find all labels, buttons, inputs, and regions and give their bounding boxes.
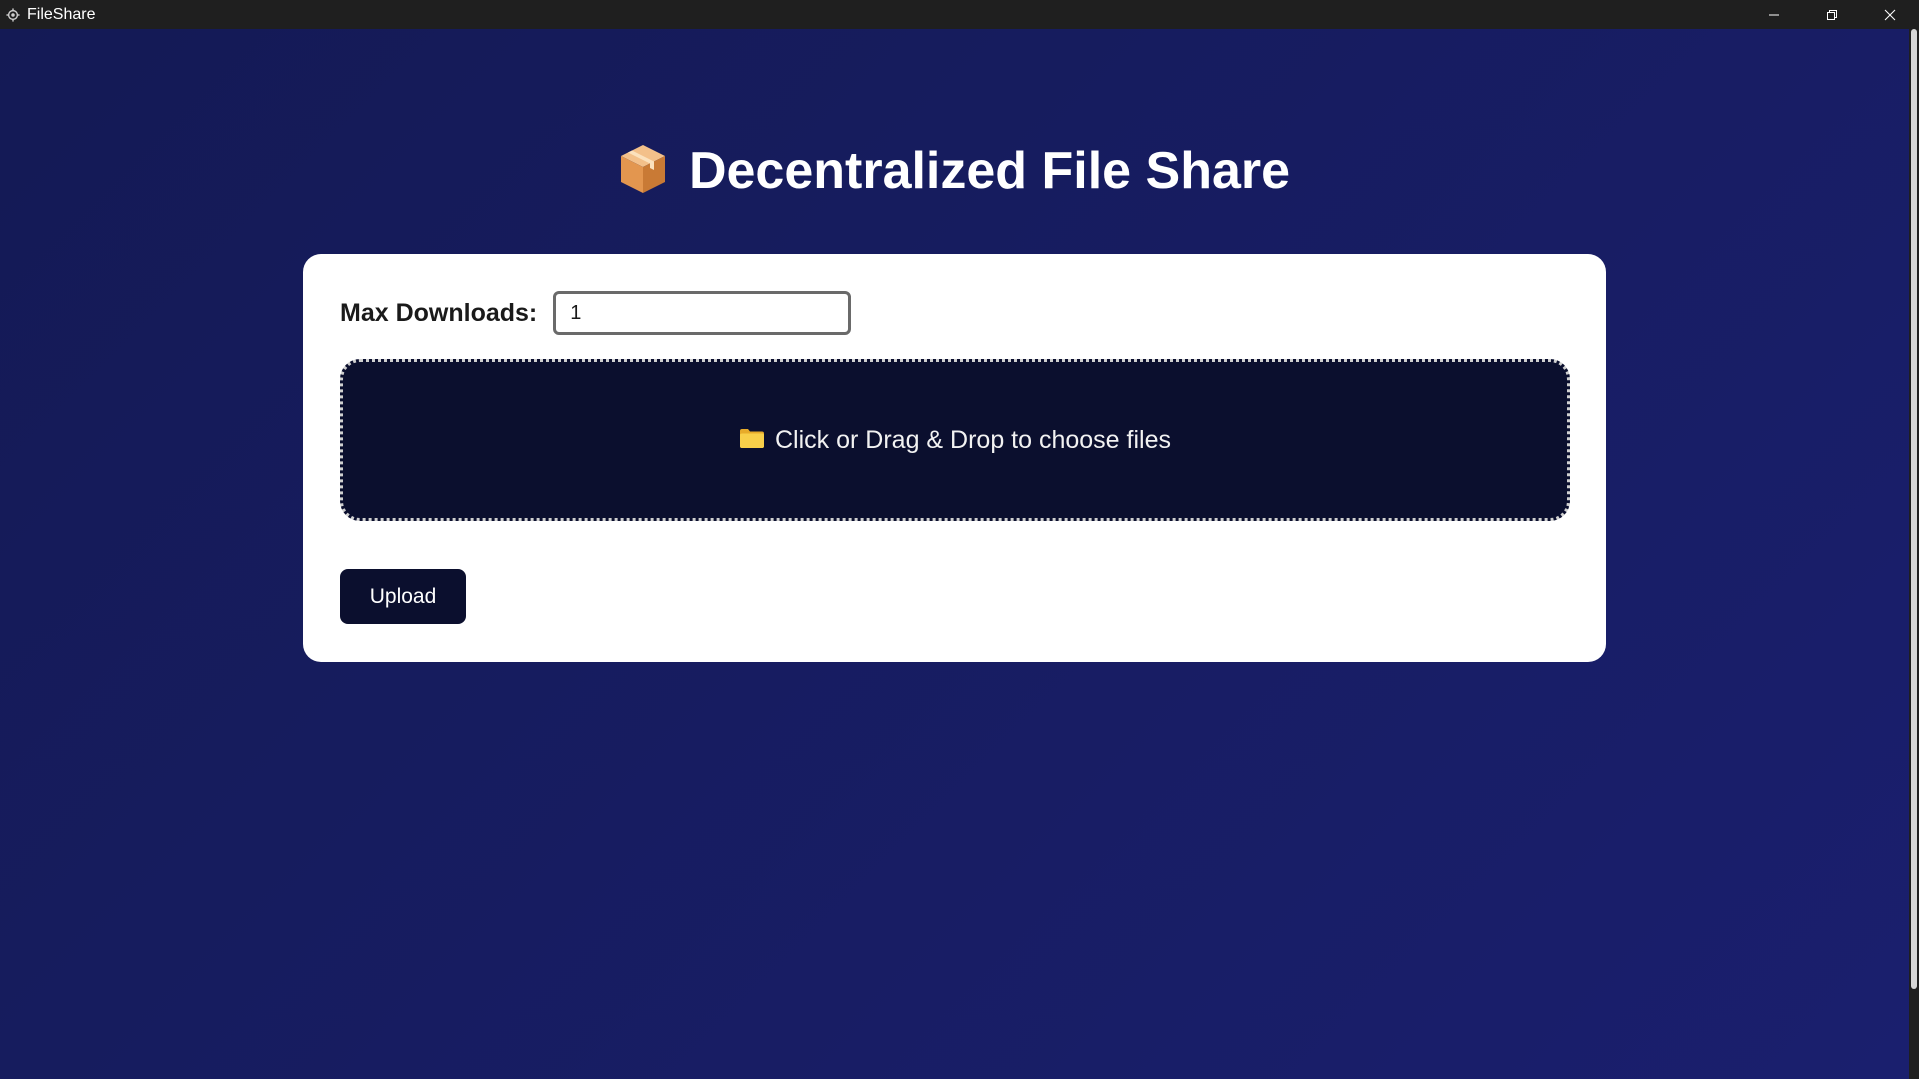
package-icon [619,143,667,200]
file-dropzone[interactable]: Click or Drag & Drop to choose files [340,359,1570,521]
minimize-icon [1769,14,1779,15]
restore-button[interactable] [1803,0,1861,29]
folder-icon [739,427,765,454]
page-title: Decentralized File Share [688,142,1291,200]
max-downloads-label: Max Downloads: [340,298,538,327]
dropzone-label: Click or Drag & Drop to choose files [775,425,1171,454]
main-content: Decentralized File Share Max Downloads: … [0,29,1909,1079]
close-icon [1884,9,1896,20]
window-controls [1745,0,1919,29]
upload-button[interactable]: Upload [340,569,466,624]
upload-card: Max Downloads: Click or Drag & Drop to c… [303,254,1606,662]
minimize-button[interactable] [1745,0,1803,29]
page-header: Decentralized File Share [0,141,1909,201]
window-title: FileShare [27,5,96,23]
vertical-scrollbar[interactable] [1909,29,1919,1079]
scrollbar-thumb[interactable] [1911,29,1917,989]
dropzone-content: Click or Drag & Drop to choose files [739,426,1171,455]
app-window: FileShare Decentralized File Share Max D… [0,0,1919,1079]
title-bar: FileShare [0,0,1919,29]
close-button[interactable] [1861,0,1919,29]
max-downloads-row: Max Downloads: [340,291,852,335]
max-downloads-input[interactable] [553,291,852,335]
restore-icon [1827,9,1837,20]
gear-icon [5,7,21,23]
